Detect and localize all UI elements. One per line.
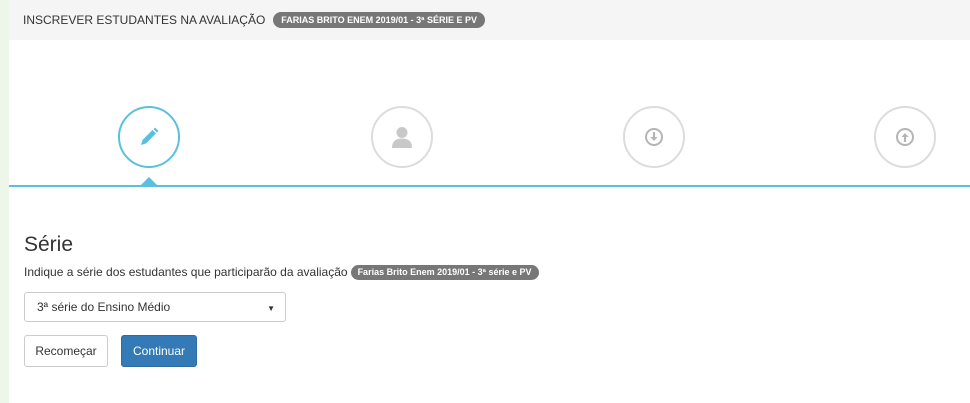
restart-button[interactable]: Recomeçar — [24, 335, 108, 367]
assessment-badge: FARIAS BRITO ENEM 2019/01 - 3ª SÉRIE E P… — [273, 11, 486, 29]
serie-select-value: 3ª série do Ensino Médio — [37, 300, 171, 314]
pencil-icon — [141, 127, 159, 145]
steps-divider — [9, 185, 970, 187]
help-text-label: Indique a série dos estudantes que parti… — [24, 265, 348, 280]
step-estudantes[interactable] — [371, 106, 433, 168]
continue-button[interactable]: Continuar — [121, 335, 197, 367]
step-download[interactable] — [623, 106, 685, 168]
step-upload[interactable] — [874, 106, 936, 168]
arrow-up-circle-icon — [896, 128, 914, 146]
help-assessment-badge: Farias Brito Enem 2019/01 - 3ª série e P… — [350, 265, 539, 280]
serie-select[interactable]: 3ª série do Ensino Médio ▼ — [24, 292, 286, 322]
left-accent-bar — [0, 0, 9, 403]
section-title: Série — [24, 233, 74, 256]
page-title: INSCREVER ESTUDANTES NA AVALIAÇÃO — [23, 13, 266, 27]
page-header: INSCREVER ESTUDANTES NA AVALIAÇÃO FARIAS… — [9, 0, 970, 40]
help-text: Indique a série dos estudantes que parti… — [24, 265, 539, 280]
active-step-pointer — [141, 177, 157, 185]
step-serie[interactable] — [118, 106, 180, 168]
arrow-down-circle-icon — [645, 128, 663, 146]
chevron-down-icon: ▼ — [267, 304, 275, 313]
user-icon — [392, 127, 412, 148]
